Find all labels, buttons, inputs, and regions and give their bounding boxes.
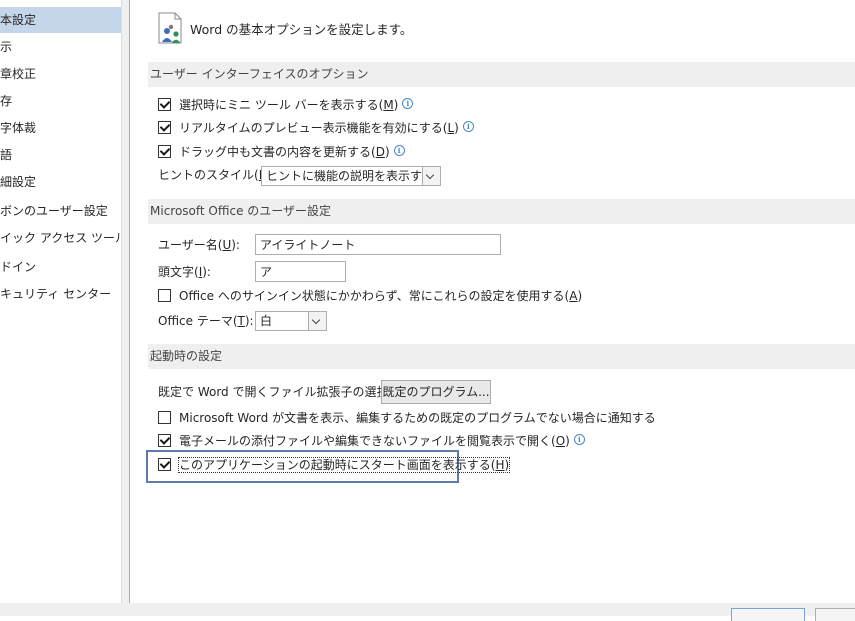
initials-label: 頭文字(I): bbox=[158, 262, 211, 282]
username-input[interactable]: アイライトノート bbox=[255, 234, 501, 255]
show-start-screen-option[interactable]: このアプリケーションの起動時にスタート画面を表示する(H) bbox=[158, 455, 511, 475]
sidebar-item-label: キュリティ センター bbox=[0, 287, 112, 301]
initials-label-pre: 頭文字( bbox=[158, 265, 199, 279]
initials-label-post: ): bbox=[202, 265, 211, 279]
sidebar-item-label: 語 bbox=[0, 148, 13, 162]
people-options-icon bbox=[158, 12, 182, 44]
show-start-screen-checkbox[interactable] bbox=[158, 458, 171, 471]
info-icon[interactable]: i bbox=[402, 98, 414, 109]
tooltip-style-select[interactable]: ヒントに機能の説明を表示する bbox=[261, 166, 441, 186]
notify-default-option[interactable]: Microsoft Word が文書を表示、編集するための既定のプログラムでない… bbox=[158, 408, 656, 428]
username-label: ユーザー名(U): bbox=[158, 235, 240, 255]
sidebar-item-label: イック アクセス ツール バー bbox=[0, 231, 121, 245]
info-icon[interactable]: i bbox=[462, 121, 474, 132]
open-reading-view-accesskey: O bbox=[555, 434, 566, 448]
open-reading-view-label: 電子メールの添付ファイルや編集できないファイルを閲覧表示で開く( bbox=[179, 434, 556, 448]
section-header-startup: 起動時の設定 bbox=[148, 344, 855, 369]
sidebar-item-label: 示 bbox=[0, 40, 13, 54]
sidebar-item-label: 細設定 bbox=[0, 175, 37, 189]
sidebar-item-proofing[interactable]: 章校正 bbox=[0, 61, 121, 87]
always-use-settings-suffix: ) bbox=[577, 289, 583, 303]
live-preview-suffix: ) bbox=[454, 121, 459, 135]
username-accesskey: U bbox=[222, 238, 232, 252]
always-use-settings-checkbox[interactable] bbox=[158, 289, 171, 302]
chevron-down-icon[interactable] bbox=[308, 312, 326, 330]
open-reading-view-suffix: ) bbox=[565, 434, 570, 448]
live-preview-checkbox[interactable] bbox=[158, 121, 171, 134]
sidebar-item-typography[interactable]: 字体裁 bbox=[0, 115, 121, 141]
open-reading-view-option[interactable]: 電子メールの添付ファイルや編集できないファイルを閲覧表示で開く(O) i bbox=[158, 431, 585, 451]
tooltip-style-label-pre: ヒントのスタイル( bbox=[158, 168, 259, 182]
office-theme-select[interactable]: 白 bbox=[255, 311, 327, 331]
tooltip-style-value: ヒントに機能の説明を表示する bbox=[266, 169, 435, 183]
office-theme-accesskey: T bbox=[237, 314, 245, 328]
username-label-pre: ユーザー名( bbox=[158, 238, 223, 252]
initials-input[interactable]: ア bbox=[255, 261, 346, 282]
office-theme-label: Office テーマ(T): bbox=[158, 311, 254, 331]
sidebar-splitter bbox=[121, 0, 129, 603]
info-icon[interactable]: i bbox=[393, 145, 405, 156]
always-use-settings-label: Office へのサインイン状態にかかわらず、常にこれらの設定を使用する( bbox=[179, 289, 570, 303]
notify-default-checkbox[interactable] bbox=[158, 411, 171, 424]
sidebar-item-label: 章校正 bbox=[0, 67, 37, 81]
default-extension-label: 既定で Word で開くファイル拡張子の選択: bbox=[158, 385, 393, 399]
show-start-screen-focus: このアプリケーションの起動時にスタート画面を表示する(H) bbox=[177, 457, 511, 473]
live-preview-option[interactable]: リアルタイムのプレビュー表示機能を有効にする(L) i bbox=[158, 118, 474, 138]
tooltip-style-label: ヒントのスタイル(R): bbox=[158, 165, 276, 185]
update-drag-label: ドラッグ中も文書の内容を更新する( bbox=[179, 145, 376, 159]
update-drag-suffix: ) bbox=[384, 145, 390, 159]
mini-toolbar-accesskey: M bbox=[383, 98, 394, 112]
update-drag-accesskey: D bbox=[375, 145, 385, 159]
sidebar-item-label: 存 bbox=[0, 94, 13, 108]
live-preview-label: リアルタイムのプレビュー表示機能を有効にする( bbox=[179, 121, 448, 135]
update-drag-checkbox[interactable] bbox=[158, 145, 171, 158]
office-theme-label-pre: Office テーマ( bbox=[158, 314, 238, 328]
section-header-office-user: Microsoft Office のユーザー設定 bbox=[148, 199, 855, 224]
sidebar-item-language[interactable]: 語 bbox=[0, 142, 121, 168]
open-reading-view-checkbox[interactable] bbox=[158, 434, 171, 447]
sidebar-item-advanced[interactable]: 細設定 bbox=[0, 169, 121, 195]
default-programs-button[interactable]: 既定のプログラム... bbox=[381, 380, 491, 404]
always-use-settings-option[interactable]: Office へのサインイン状態にかかわらず、常にこれらの設定を使用する(A) bbox=[158, 286, 582, 306]
sidebar-item-display[interactable]: 示 bbox=[0, 34, 121, 60]
mini-toolbar-option[interactable]: 選択時にミニ ツール バーを表示する(M) i bbox=[158, 95, 414, 115]
mini-toolbar-label: 選択時にミニ ツール バーを表示する( bbox=[179, 98, 384, 112]
office-theme-value: 白 bbox=[260, 314, 273, 328]
sidebar-item-save[interactable]: 存 bbox=[0, 88, 121, 114]
sidebar-item-label: 本設定 bbox=[0, 13, 37, 27]
sidebar-item-addins[interactable]: ドイン bbox=[0, 254, 121, 280]
chevron-down-icon[interactable] bbox=[422, 167, 440, 185]
sidebar-item-label: ボンのユーザー設定 bbox=[0, 204, 108, 218]
sidebar-item-trust-center[interactable]: キュリティ センター bbox=[0, 281, 121, 307]
info-icon[interactable]: i bbox=[573, 434, 585, 445]
page-description: Word の基本オプションを設定します。 bbox=[190, 22, 413, 37]
cancel-button-partial[interactable] bbox=[815, 608, 855, 621]
sidebar-item-label: ドイン bbox=[0, 260, 37, 274]
ok-button-partial[interactable] bbox=[731, 608, 805, 621]
username-label-post: ): bbox=[231, 238, 240, 252]
sidebar-item-quick-access-toolbar[interactable]: イック アクセス ツール バー bbox=[0, 225, 121, 251]
show-start-screen-suffix: ) bbox=[504, 458, 510, 472]
options-sidebar: 本設定 示 章校正 存 字体裁 語 細設定 ボンのユーザー設定 イック アクセス… bbox=[0, 0, 121, 603]
sidebar-item-label: 字体裁 bbox=[0, 121, 37, 135]
office-theme-label-post: ): bbox=[244, 314, 254, 328]
mini-toolbar-suffix: ) bbox=[393, 98, 399, 112]
update-drag-option[interactable]: ドラッグ中も文書の内容を更新する(D) i bbox=[158, 142, 405, 162]
section-header-ui-options: ユーザー インターフェイスのオプション bbox=[148, 62, 855, 87]
notify-default-label: Microsoft Word が文書を表示、編集するための既定のプログラムでない… bbox=[179, 411, 656, 425]
dialog-footer bbox=[0, 603, 855, 616]
mini-toolbar-checkbox[interactable] bbox=[158, 98, 171, 111]
show-start-screen-label: このアプリケーションの起動時にスタート画面を表示する( bbox=[179, 458, 496, 472]
sidebar-item-customize-ribbon[interactable]: ボンのユーザー設定 bbox=[0, 198, 121, 224]
sidebar-item-general[interactable]: 本設定 bbox=[0, 7, 121, 33]
options-content-pane: Word の基本オプションを設定します。 ユーザー インターフェイスのオプション… bbox=[129, 0, 855, 603]
